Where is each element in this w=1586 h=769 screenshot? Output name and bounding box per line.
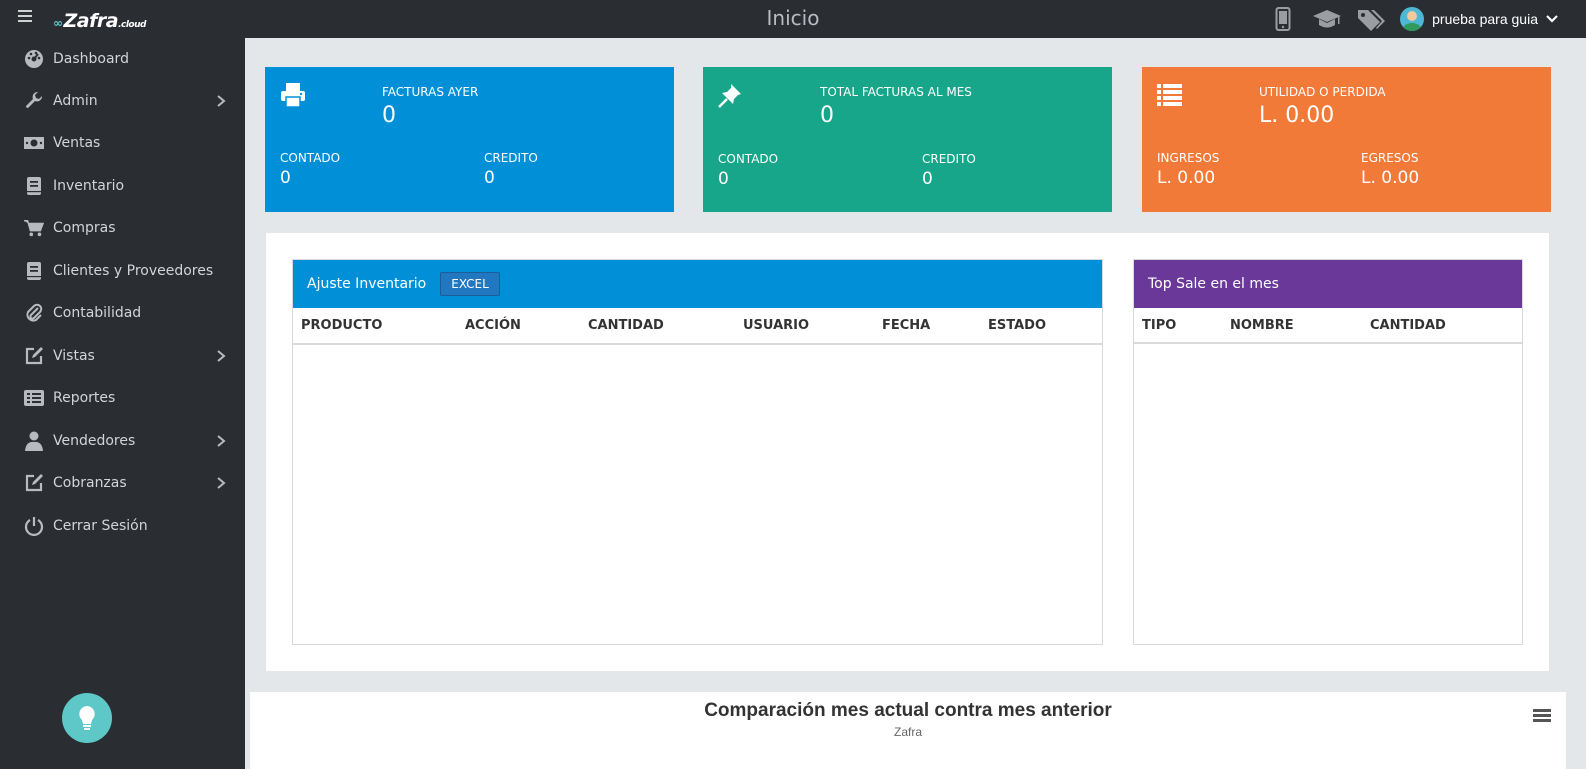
user-icon (24, 431, 44, 451)
excel-button[interactable]: EXCEL (440, 272, 500, 296)
ajuste-inventario-table: Ajuste Inventario EXCEL PRODUCTO ACCIÓN … (292, 259, 1103, 645)
book-icon (24, 261, 44, 281)
sidebar-item-cobranzas[interactable]: Cobranzas (0, 465, 245, 501)
column-header[interactable]: FECHA (882, 318, 930, 333)
lightbulb-icon[interactable] (62, 693, 112, 743)
pin-icon (717, 81, 745, 109)
column-header[interactable]: TIPO (1142, 318, 1176, 333)
column-header[interactable]: ESTADO (988, 318, 1046, 333)
sidebar-item-cerrar-sesion[interactable]: Cerrar Sesión (0, 508, 245, 544)
sidebar-item-ventas[interactable]: Ventas (0, 125, 245, 161)
card-facturas-ayer: FACTURAS AYER 0 CONTADO 0 CREDITO 0 (265, 67, 674, 212)
book-icon (24, 176, 44, 196)
graduation-cap-icon[interactable] (1312, 4, 1342, 34)
column-header[interactable]: ACCIÓN (465, 318, 521, 333)
top-sale-header: Top Sale en el mes (1134, 260, 1522, 308)
top-sale-title: Top Sale en el mes (1148, 276, 1279, 292)
dashboard-icon (24, 49, 44, 69)
chevron-right-icon (217, 435, 226, 447)
column-header[interactable]: CANTIDAD (1370, 318, 1446, 333)
logo[interactable]: ∞Zafra.cloud (53, 10, 146, 32)
table-header-row: TIPO NOMBRE CANTIDAD (1134, 308, 1522, 344)
money-icon (24, 133, 44, 153)
print-icon (279, 81, 307, 109)
column-header[interactable]: USUARIO (743, 318, 809, 333)
sidebar-item-vistas[interactable]: Vistas (0, 338, 245, 374)
user-menu[interactable]: prueba para guia (1400, 7, 1558, 31)
cart-icon (24, 218, 44, 238)
chevron-right-icon (217, 95, 226, 107)
edit-icon (24, 346, 44, 366)
mobile-icon[interactable] (1268, 4, 1298, 34)
sidebar-item-vendedores[interactable]: Vendedores (0, 423, 245, 459)
power-icon (24, 516, 44, 536)
table-header-row: PRODUCTO ACCIÓN CANTIDAD USUARIO FECHA E… (293, 308, 1102, 345)
chevron-right-icon (217, 477, 226, 489)
wrench-icon (24, 91, 44, 111)
sidebar-item-clientes-proveedores[interactable]: Clientes y Proveedores (0, 253, 245, 289)
chart-title: Comparación mes actual contra mes anteri… (704, 700, 1112, 721)
top-sale-table: Top Sale en el mes TIPO NOMBRE CANTIDAD (1133, 259, 1523, 645)
paperclip-icon (24, 303, 44, 323)
list-icon (24, 388, 44, 408)
sidebar-item-inventario[interactable]: Inventario (0, 168, 245, 204)
card-total-facturas-mes: TOTAL FACTURAS AL MES 0 CONTADO 0 CREDIT… (703, 67, 1112, 212)
chart-subtitle: Zafra (893, 725, 922, 739)
comparison-chart: Comparación mes actual contra mes anteri… (250, 692, 1566, 769)
top-bar: ∞Zafra.cloud Inicio prueba para guia (0, 0, 1586, 38)
chart-menu-icon[interactable] (1533, 709, 1551, 723)
avatar (1400, 7, 1425, 31)
column-header[interactable]: NOMBRE (1230, 318, 1294, 333)
sidebar-toggle-icon[interactable] (18, 10, 32, 24)
chevron-right-icon (217, 350, 226, 362)
edit-icon (24, 473, 44, 493)
column-header[interactable]: PRODUCTO (301, 318, 382, 333)
sidebar: Dashboard Admin Ventas Inventario Compra… (0, 38, 245, 769)
sidebar-item-admin[interactable]: Admin (0, 83, 245, 119)
tables-panel: Ajuste Inventario EXCEL PRODUCTO ACCIÓN … (266, 233, 1549, 671)
chevron-down-icon (1546, 15, 1558, 23)
user-name: prueba para guia (1432, 11, 1538, 27)
column-header[interactable]: CANTIDAD (588, 318, 664, 333)
tags-icon[interactable] (1356, 4, 1386, 34)
sidebar-item-dashboard[interactable]: Dashboard (0, 41, 245, 77)
card-utilidad-perdida: UTILIDAD O PERDIDA L. 0.00 INGRESOS L. 0… (1142, 67, 1551, 212)
ajuste-inventario-title: Ajuste Inventario (307, 276, 427, 292)
sidebar-item-compras[interactable]: Compras (0, 210, 245, 246)
ajuste-inventario-header: Ajuste Inventario EXCEL (293, 260, 1102, 308)
sidebar-item-reportes[interactable]: Reportes (0, 380, 245, 416)
sidebar-item-contabilidad[interactable]: Contabilidad (0, 295, 245, 331)
list-icon (1156, 81, 1184, 109)
